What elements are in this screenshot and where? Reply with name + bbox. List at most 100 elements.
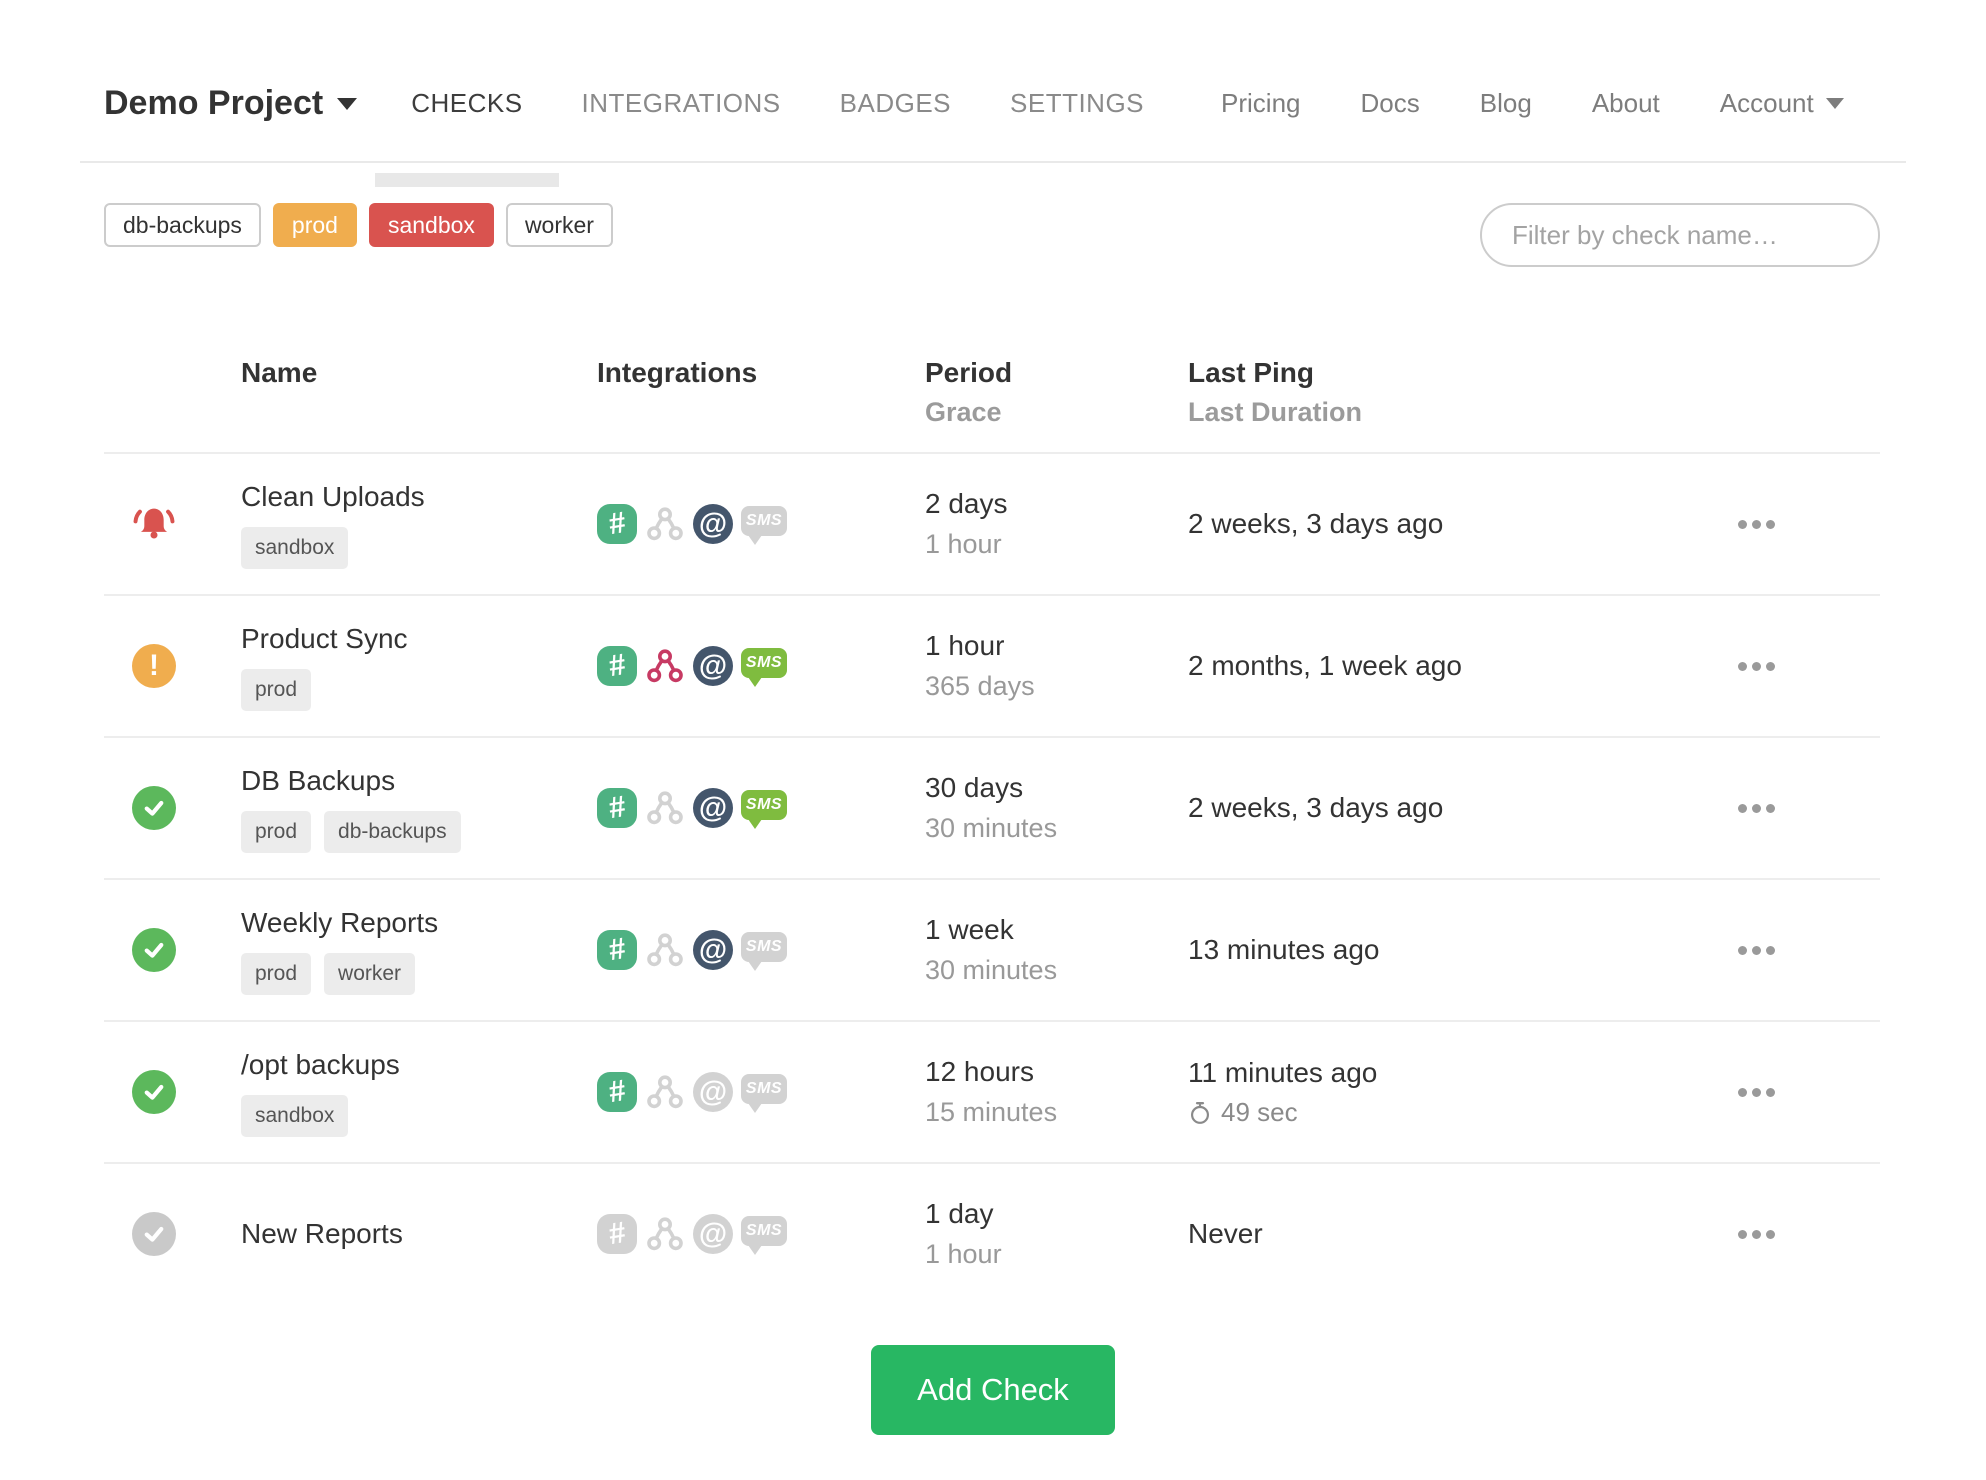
grace-value: 30 minutes: [925, 955, 1058, 985]
webhook-icon: [645, 1214, 685, 1254]
last-ping-value: 13 minutes ago: [1188, 934, 1380, 965]
check-tags: prod db-backups: [241, 810, 597, 853]
sms-icon: SMS: [741, 932, 787, 971]
row-menu-button[interactable]: [1700, 661, 1880, 671]
tab-checks[interactable]: CHECKS: [375, 88, 560, 187]
checks-table-body: ! Clean Uploads sandbox # @ SMS: [104, 452, 1880, 1304]
period-cell: 2 days 1 hour: [925, 487, 1188, 561]
column-header-name: Name: [241, 357, 318, 388]
check-name-cell: DB Backups prod db-backups: [204, 764, 597, 853]
check-name-cell: /opt backups sandbox: [204, 1048, 597, 1137]
slack-icon: #: [597, 646, 637, 686]
integrations-cell: # @ SMS: [597, 646, 925, 687]
period-value: 1 day: [925, 1198, 994, 1229]
last-ping-value: 2 weeks, 3 days ago: [1188, 508, 1444, 539]
webhook-icon: [645, 930, 685, 970]
table-header: Name Integrations Period Grace Last Ping…: [104, 267, 1880, 452]
check-name-cell: Product Sync prod: [204, 622, 597, 711]
period-cell: 1 hour 365 days: [925, 629, 1188, 703]
row-menu-button[interactable]: [1700, 1087, 1880, 1097]
tag-filter-sandbox[interactable]: sandbox: [368, 203, 494, 247]
integrations-cell: # @ SMS: [597, 788, 925, 829]
account-menu[interactable]: Account: [1720, 88, 1844, 119]
email-icon: @: [693, 930, 733, 970]
stopwatch-icon: [1191, 1101, 1209, 1124]
grace-value: 365 days: [925, 671, 1035, 701]
tag-filter-db-backups[interactable]: db-backups: [104, 203, 261, 247]
last-ping-header-label: Last Ping: [1188, 357, 1315, 388]
chevron-down-icon: [337, 97, 358, 110]
email-icon: @: [693, 646, 733, 686]
row-menu-button[interactable]: [1700, 803, 1880, 813]
check-name[interactable]: Product Sync: [241, 622, 597, 656]
check-tag: prod: [241, 810, 312, 853]
tab-badges[interactable]: BADGES: [840, 88, 951, 119]
check-row: ! Clean Uploads sandbox # @ SMS: [104, 452, 1880, 594]
grace-value: 15 minutes: [925, 1097, 1058, 1127]
tab-integrations[interactable]: INTEGRATIONS: [582, 88, 781, 119]
check-mark-icon: [144, 942, 164, 958]
integrations-cell: # @ SMS: [597, 1214, 925, 1255]
last-ping-value: 2 months, 1 week ago: [1188, 650, 1462, 681]
period-cell: 12 hours 15 minutes: [925, 1055, 1188, 1129]
slack-icon: #: [597, 930, 637, 970]
period-value: 30 days: [925, 772, 1024, 803]
check-tag: prod: [241, 952, 312, 995]
check-mark-icon: [144, 1226, 164, 1242]
slack-icon: #: [597, 788, 637, 828]
check-name-cell: Clean Uploads sandbox: [204, 480, 597, 569]
last-ping-cell: 13 minutes ago: [1188, 933, 1700, 967]
period-cell: 1 day 1 hour: [925, 1197, 1188, 1271]
last-ping-value: 2 weeks, 3 days ago: [1188, 792, 1444, 823]
last-ping-cell: 2 weeks, 3 days ago: [1188, 507, 1700, 541]
tag-filter-worker[interactable]: worker: [505, 203, 613, 247]
row-menu-button[interactable]: [1700, 945, 1880, 955]
email-icon: @: [693, 1214, 733, 1254]
add-check-button[interactable]: Add Check: [871, 1345, 1115, 1435]
column-header-last-ping: Last Ping Last Duration: [1188, 357, 1700, 428]
nav-tabs: CHECKS INTEGRATIONS BADGES SETTINGS Pric…: [375, 88, 1844, 187]
check-tags: sandbox: [241, 526, 597, 569]
nav-link-about[interactable]: About: [1592, 88, 1660, 119]
check-name[interactable]: /opt backups: [241, 1048, 597, 1082]
row-menu-button[interactable]: [1700, 519, 1880, 529]
check-tags: sandbox: [241, 1094, 597, 1137]
check-mark-icon: [144, 800, 164, 816]
tag-filter-prod[interactable]: prod: [272, 203, 357, 247]
row-menu-button[interactable]: [1700, 1229, 1880, 1239]
check-tag: worker: [324, 952, 416, 995]
nav-link-blog[interactable]: Blog: [1480, 88, 1532, 119]
last-duration-value: 49 sec: [1221, 1097, 1298, 1127]
status-icon: !: [132, 786, 176, 830]
tab-settings[interactable]: SETTINGS: [1010, 88, 1144, 119]
check-name-cell: Weekly Reports prod worker: [204, 906, 597, 995]
late-exclamation-icon: !: [149, 649, 159, 682]
check-tag: db-backups: [324, 810, 461, 853]
email-icon: @: [693, 504, 733, 544]
status-icon: !: [132, 928, 176, 972]
check-name[interactable]: DB Backups: [241, 764, 597, 798]
check-name-filter-input[interactable]: [1480, 203, 1880, 267]
nav-link-docs[interactable]: Docs: [1361, 88, 1420, 119]
chevron-down-icon: [1825, 98, 1844, 109]
sms-icon: SMS: [741, 648, 787, 687]
check-row: ! Weekly Reports prod worker # @ SMS: [104, 878, 1880, 1020]
check-name[interactable]: Weekly Reports: [241, 906, 597, 940]
status-icon: !: [132, 644, 176, 688]
check-name[interactable]: Clean Uploads: [241, 480, 597, 514]
status-icon: !: [132, 1070, 176, 1114]
last-ping-cell: 2 weeks, 3 days ago: [1188, 791, 1700, 825]
check-name[interactable]: New Reports: [241, 1217, 597, 1251]
top-nav: Demo Project CHECKS INTEGRATIONS BADGES …: [80, 0, 1906, 187]
integrations-cell: # @ SMS: [597, 504, 925, 545]
check-mark-icon: [144, 1084, 164, 1100]
grace-value: 1 hour: [925, 1239, 1002, 1269]
sms-icon: SMS: [741, 1074, 787, 1113]
period-cell: 1 week 30 minutes: [925, 913, 1188, 987]
account-label: Account: [1719, 88, 1814, 118]
project-switcher[interactable]: Demo Project: [104, 84, 358, 123]
last-ping-cell: 11 minutes ago 49 sec: [1188, 1056, 1700, 1128]
last-ping-value: Never: [1188, 1218, 1263, 1249]
nav-link-pricing[interactable]: Pricing: [1221, 88, 1300, 119]
period-cell: 30 days 30 minutes: [925, 771, 1188, 845]
